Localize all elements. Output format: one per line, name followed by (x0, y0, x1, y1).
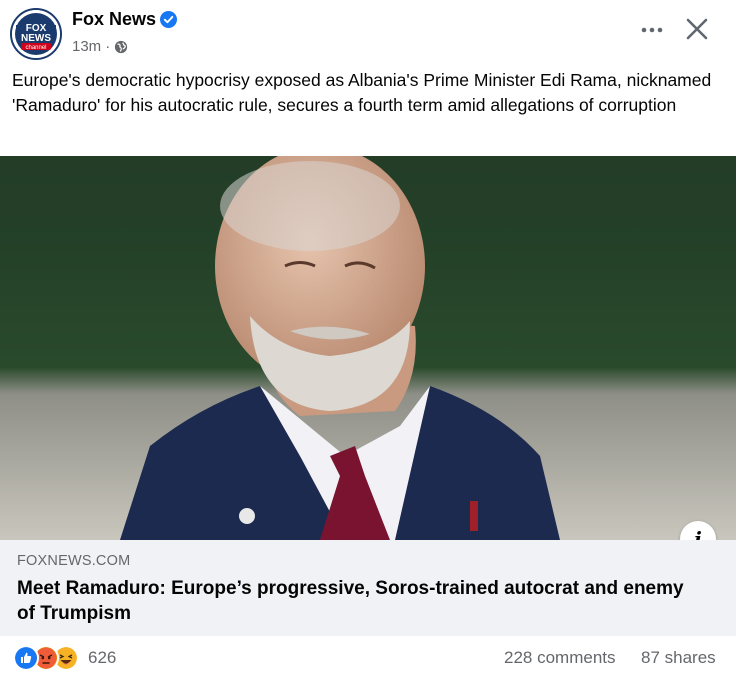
post-timestamp[interactable]: 13m (72, 38, 101, 55)
avatar-logo-channel: channel (25, 45, 46, 51)
link-title[interactable]: Meet Ramaduro: Europe’s progressive, Sor… (17, 576, 697, 626)
avatar-logo-news: NEWS (21, 33, 51, 44)
comments-count[interactable]: 228 comments (504, 648, 616, 668)
link-domain: FOXNEWS.COM (17, 553, 131, 569)
facebook-post-card: FOX NEWS channel Fox News 13m · Europe's… (0, 0, 736, 684)
verified-badge-icon (160, 11, 177, 28)
shares-count[interactable]: 87 shares (641, 648, 716, 668)
fox-news-avatar[interactable]: FOX NEWS channel (10, 8, 62, 60)
reaction-count[interactable]: 626 (88, 648, 116, 668)
more-options-icon[interactable] (636, 18, 668, 42)
close-icon[interactable] (680, 12, 714, 46)
globe-icon (115, 40, 128, 53)
post-text: Europe's democratic hypocrisy exposed as… (12, 70, 712, 115)
post-header: FOX NEWS channel Fox News 13m · (0, 0, 736, 62)
post-meta: 13m · (72, 38, 128, 55)
meta-separator: · (105, 38, 111, 55)
post-photo[interactable] (0, 156, 736, 540)
reaction-icons[interactable] (13, 645, 79, 671)
page-name[interactable]: Fox News (72, 9, 156, 30)
like-icon (13, 645, 39, 671)
